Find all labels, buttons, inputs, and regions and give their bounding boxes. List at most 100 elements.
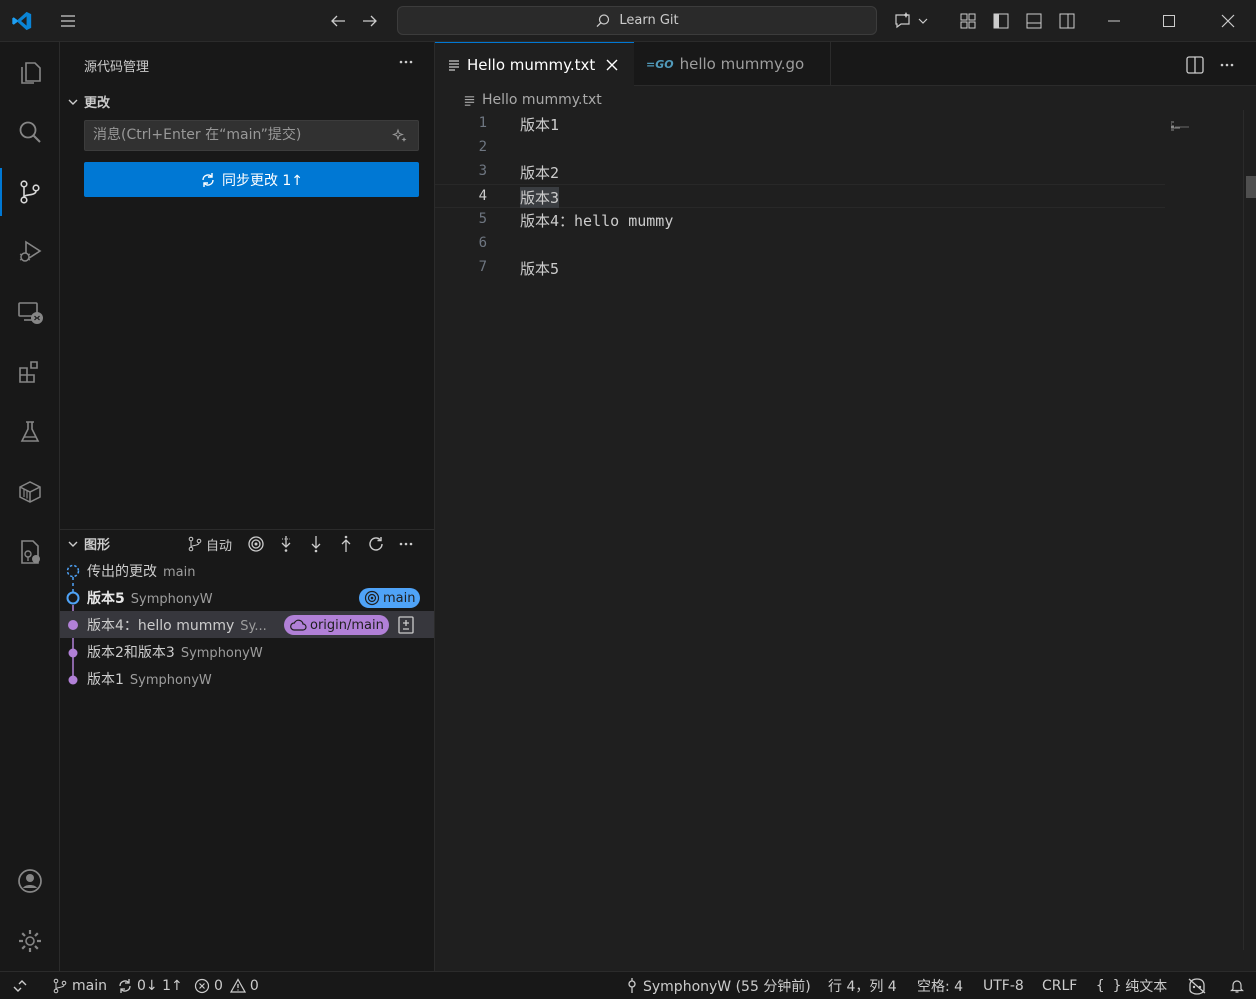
notifications-bell-icon[interactable]	[1229, 972, 1245, 999]
code-editor[interactable]: 1 版本1 2 3 版本2 4 版本3 5 版本4：hello mummy 6 …	[435, 112, 1235, 962]
vscode-logo-icon	[10, 9, 34, 33]
text-file-icon	[463, 94, 476, 107]
minimize-icon[interactable]	[1102, 9, 1126, 33]
sync-changes-button[interactable]: 同步更改 1↑	[84, 162, 419, 197]
code-line-current: 4 版本3	[435, 184, 1165, 208]
commit-icon	[625, 978, 639, 994]
commit-node-icon	[68, 648, 78, 658]
maximize-icon[interactable]	[1157, 9, 1181, 33]
open-changes-icon[interactable]	[397, 615, 415, 635]
scrollbar-thumb[interactable]	[1246, 176, 1256, 198]
more-actions-icon[interactable]	[398, 54, 414, 70]
forward-arrow-icon[interactable]	[358, 9, 382, 33]
source-control-icon[interactable]	[0, 168, 60, 216]
accounts-icon[interactable]	[0, 857, 60, 905]
encoding-status[interactable]: UTF-8	[983, 972, 1024, 999]
sync-icon	[117, 978, 133, 994]
graph-row-label: 版本4：hello mummy Sy...	[87, 618, 267, 634]
toggle-secondary-sidebar-icon[interactable]	[1055, 9, 1079, 33]
fetch-icon[interactable]	[278, 533, 294, 555]
git-blame-status[interactable]: SymphonyW (55 分钟前)	[625, 972, 811, 999]
head-node-icon	[66, 591, 80, 605]
blame-text: SymphonyW (55 分钟前)	[643, 979, 811, 995]
remote-indicator-icon[interactable]	[12, 972, 28, 999]
branch-icon	[52, 978, 68, 994]
graph-row-commit[interactable]: 版本2和版本3 SymphonyW	[60, 638, 434, 665]
pull-icon[interactable]	[308, 533, 324, 555]
command-center-search[interactable]: Learn Git	[397, 6, 877, 35]
remote-explorer-icon[interactable]	[0, 288, 60, 336]
graph-more-icon[interactable]	[398, 533, 414, 555]
commit-message-input[interactable]: 消息(Ctrl+Enter 在“main”提交)	[84, 120, 419, 151]
graph-section-header[interactable]: 图形	[66, 534, 110, 553]
copilot-chat-icon[interactable]	[892, 9, 932, 33]
testing-flask-icon[interactable]	[0, 408, 60, 456]
graph-row-commit[interactable]: 版本4：hello mummy Sy... origin/main	[60, 611, 434, 638]
source-control-sidebar: 源代码管理 更改 消息(Ctrl+Enter 在“main”提交) 同步更改 1…	[60, 42, 435, 971]
branch-badge-origin-main[interactable]: origin/main	[284, 615, 389, 635]
tab-label: hello mummy.go	[679, 55, 805, 73]
tab-hello-mummy-go[interactable]: =GO hello mummy.go	[634, 42, 831, 86]
section-divider	[60, 529, 434, 530]
sparkle-icon[interactable]	[392, 128, 408, 144]
target-icon[interactable]	[247, 533, 265, 555]
code-line: 6	[478, 235, 487, 251]
code-line: 5 版本4：hello mummy	[478, 211, 674, 230]
changes-section-header[interactable]: 更改	[66, 92, 110, 111]
breadcrumb[interactable]: Hello mummy.txt	[463, 92, 602, 108]
branch-icon	[187, 536, 203, 552]
split-editor-icon[interactable]	[1185, 55, 1205, 75]
graph-row-commit[interactable]: 版本1 SymphonyW	[60, 665, 434, 692]
search-view-icon[interactable]	[0, 108, 60, 156]
editor-area: Hello mummy.txt =GO hello mummy.go Hello…	[435, 42, 1256, 971]
target-icon	[364, 590, 380, 606]
sync-icon	[200, 172, 216, 188]
toggle-panel-icon[interactable]	[1022, 9, 1046, 33]
close-tab-icon[interactable]	[605, 58, 619, 72]
vertical-scrollbar[interactable]	[1243, 110, 1256, 950]
back-arrow-icon[interactable]	[326, 9, 350, 33]
customize-layout-icon[interactable]	[956, 9, 980, 33]
editor-tabs: Hello mummy.txt =GO hello mummy.go	[435, 42, 1256, 87]
status-bar: main 0↓ 1↑ 0 0 SymphonyW (55 分钟前) 行 4，列 …	[0, 971, 1256, 999]
code-line: 3 版本2	[478, 163, 560, 182]
code-line: 1 版本1	[478, 115, 560, 134]
editor-more-actions-icon[interactable]	[1219, 57, 1235, 73]
title-bar: Learn Git	[0, 0, 1256, 42]
warning-count: 0	[249, 978, 259, 994]
gitlens-inspect-icon[interactable]	[0, 528, 60, 576]
explorer-icon[interactable]	[0, 48, 60, 96]
copilot-status-icon[interactable]	[1187, 972, 1207, 999]
indentation-status[interactable]: 空格: 4	[917, 972, 963, 999]
chevron-down-icon	[66, 95, 80, 109]
graph-row-commit[interactable]: 版本5 SymphonyW main	[60, 584, 434, 611]
code-line: 2	[478, 139, 487, 155]
cursor-position[interactable]: 行 4，列 4	[828, 972, 897, 999]
menu-icon[interactable]	[56, 9, 80, 33]
error-icon	[194, 978, 210, 994]
problems-status[interactable]: 0 0	[194, 972, 259, 999]
branch-badge-main[interactable]: main	[359, 588, 421, 608]
extensions-icon[interactable]	[0, 348, 60, 396]
minimap[interactable]	[1171, 121, 1191, 131]
tab-hello-mummy-txt[interactable]: Hello mummy.txt	[435, 42, 634, 87]
push-icon[interactable]	[338, 533, 354, 555]
branch-name: main	[72, 978, 107, 994]
run-debug-icon[interactable]	[0, 228, 60, 276]
outgoing-node-icon	[66, 564, 80, 578]
settings-gear-icon[interactable]	[0, 917, 60, 965]
breadcrumb-file: Hello mummy.txt	[482, 92, 602, 108]
graph-label: 图形	[84, 538, 111, 553]
close-window-icon[interactable]	[1216, 9, 1240, 33]
containers-icon[interactable]	[0, 468, 60, 516]
toggle-primary-sidebar-icon[interactable]	[989, 9, 1013, 33]
language-mode[interactable]: { } 纯文本	[1096, 972, 1167, 999]
graph-auto-button[interactable]: 自动	[187, 533, 232, 555]
tab-label: Hello mummy.txt	[467, 56, 596, 74]
graph-row-label: 传出的更改 main	[87, 564, 196, 580]
branch-status[interactable]: main	[52, 972, 107, 999]
refresh-icon[interactable]	[367, 533, 385, 555]
sync-status[interactable]: 0↓ 1↑	[117, 972, 183, 999]
graph-row-outgoing[interactable]: 传出的更改 main	[60, 557, 434, 584]
eol-status[interactable]: CRLF	[1042, 972, 1077, 999]
